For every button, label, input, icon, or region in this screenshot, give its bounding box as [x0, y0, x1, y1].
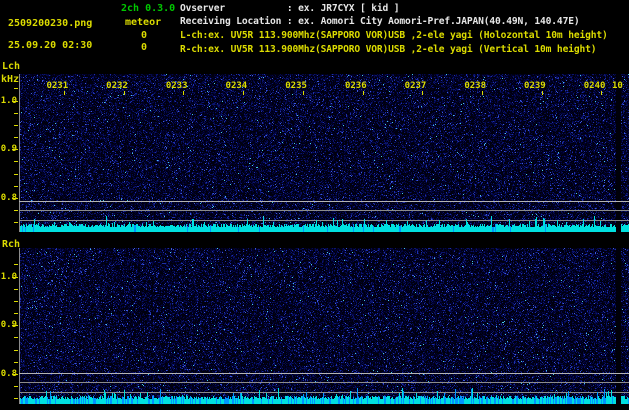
- time-tick: [601, 91, 602, 95]
- freq-major-tick: [12, 101, 18, 102]
- freq-minor-tick: [14, 362, 18, 363]
- freq-minor-tick: [14, 161, 18, 162]
- time-tick: [363, 91, 364, 95]
- time-tick-label: 0231: [43, 81, 71, 91]
- meteor-label: meteor: [125, 17, 161, 28]
- filename-label: 2509200230.png: [8, 18, 92, 29]
- freq-minor-tick: [14, 386, 18, 387]
- freq-major-tick: [12, 325, 18, 326]
- rch-channel-label: Rch: [2, 239, 20, 250]
- meteor-count-2: 0: [115, 42, 147, 53]
- lch-rig-line: L-ch:ex. UV5R 113.900Mhz(SAPPORO VOR)USB…: [180, 30, 608, 41]
- freq-minor-tick: [14, 398, 18, 399]
- time-tick-label: 0233: [163, 81, 191, 91]
- freq-minor-tick: [14, 125, 18, 126]
- time-tick-label: 0236: [342, 81, 370, 91]
- freq-minor-tick: [14, 174, 18, 175]
- freq-minor-tick: [14, 350, 18, 351]
- time-tick: [542, 91, 543, 95]
- freq-minor-tick: [14, 210, 18, 211]
- time-tick-label: 0240: [581, 81, 609, 91]
- freq-minor-tick: [14, 113, 18, 114]
- freq-minor-tick: [14, 186, 18, 187]
- freq-minor-tick: [14, 289, 18, 290]
- freq-major-tick: [12, 374, 18, 375]
- time-tick: [482, 91, 483, 95]
- observer-line: Ovserver : ex. JR7CYX [ kid ]: [180, 3, 399, 14]
- location-line: Receiving Location : ex. Aomori City Aom…: [180, 16, 579, 27]
- time-tick: [124, 91, 125, 95]
- time-tick-label: 0239: [521, 81, 549, 91]
- time-tick-label-partial: 10: [612, 81, 629, 91]
- time-tick-label: 0237: [402, 81, 430, 91]
- freq-minor-tick: [14, 264, 18, 265]
- rch-spectrogram: [19, 248, 629, 404]
- freq-minor-tick: [14, 337, 18, 338]
- version-label: 2ch 0.3.0: [121, 3, 175, 14]
- freq-major-tick: [12, 277, 18, 278]
- freq-minor-tick: [14, 313, 18, 314]
- freq-minor-tick: [14, 88, 18, 89]
- time-tick-label: 0234: [222, 81, 250, 91]
- time-tick: [64, 91, 65, 95]
- time-tick: [303, 91, 304, 95]
- time-tick: [243, 91, 244, 95]
- freq-major-tick: [12, 149, 18, 150]
- datetime-label: 25.09.20 02:30: [8, 40, 92, 51]
- freq-minor-tick: [14, 222, 18, 223]
- time-tick-label: 0235: [282, 81, 310, 91]
- khz-unit-label: kHz: [1, 74, 19, 85]
- lch-spectrogram: [19, 74, 629, 232]
- time-tick-label: 0238: [461, 81, 489, 91]
- freq-minor-tick: [14, 137, 18, 138]
- time-tick: [183, 91, 184, 95]
- time-tick-label: 0232: [103, 81, 131, 91]
- time-tick: [422, 91, 423, 95]
- freq-major-tick: [12, 198, 18, 199]
- freq-minor-tick: [14, 301, 18, 302]
- lch-channel-label: Lch: [2, 61, 20, 72]
- rch-rig-line: R-ch:ex. UV5R 113.900Mhz(SAPPORO VOR)USB…: [180, 44, 596, 55]
- meteor-count-1: 0: [115, 30, 147, 41]
- hrofft-screen: 2ch 0.3.0 2509200230.png meteor 0 0 25.0…: [0, 0, 629, 410]
